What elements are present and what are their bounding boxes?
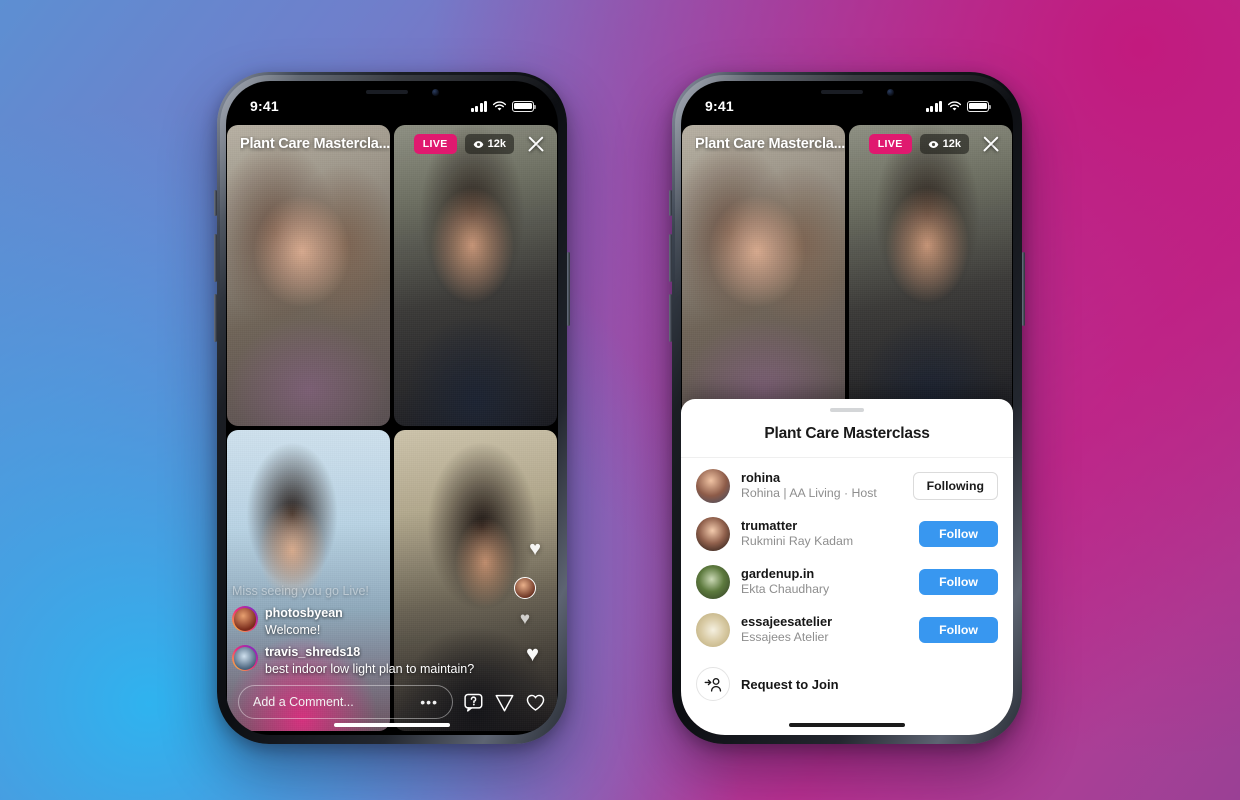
comment-text: Welcome! bbox=[265, 622, 321, 637]
live-header: Plant Care Mastercla... LIVE 12k bbox=[681, 127, 1013, 161]
avatar[interactable] bbox=[696, 517, 730, 551]
participant-subtitle: Ekta Chaudhary bbox=[741, 582, 830, 597]
earpiece-speaker bbox=[365, 90, 408, 94]
heart-icon: ♥ bbox=[525, 641, 539, 666]
participant-subtitle: Rukmini Ray Kadam bbox=[741, 534, 854, 549]
participant-username[interactable]: rohina bbox=[741, 470, 902, 487]
viewer-count-pill[interactable]: 12k bbox=[919, 134, 969, 154]
volume-up-button[interactable] bbox=[214, 234, 217, 282]
more-options-icon[interactable]: ••• bbox=[420, 694, 438, 710]
participant-row[interactable]: trumatter Rukmini Ray Kadam Follow bbox=[681, 510, 1013, 558]
heart-icon: ♥ bbox=[519, 609, 530, 628]
power-button[interactable] bbox=[1022, 252, 1025, 326]
live-header: Plant Care Mastercla... LIVE 12k bbox=[226, 127, 558, 161]
volume-down-button[interactable] bbox=[669, 294, 672, 342]
status-time: 9:41 bbox=[250, 98, 279, 114]
participants-sheet: Plant Care Masterclass rohina Rohina | A… bbox=[681, 399, 1013, 735]
comment-text: Miss seeing you go Live! bbox=[232, 584, 369, 598]
request-to-join-row[interactable]: Request to Join bbox=[681, 654, 1013, 714]
phone-left: 9:41 Plant Care Mastercla... LIVE 12k Mi… bbox=[214, 72, 570, 744]
power-button[interactable] bbox=[567, 252, 570, 326]
volume-up-button[interactable] bbox=[669, 234, 672, 282]
heart-icon: ♥ bbox=[529, 538, 541, 560]
live-badge: LIVE bbox=[413, 134, 457, 154]
floating-hearts: ♥ ♥ ♥ bbox=[504, 519, 544, 669]
phone-right: 9:41 Plant Care Mastercla... LIVE 12k Pl… bbox=[669, 72, 1025, 744]
participant-subtitle: Essajees Atelier bbox=[741, 630, 829, 645]
participant-username[interactable]: trumatter bbox=[741, 518, 908, 535]
follow-button[interactable]: Follow bbox=[919, 617, 998, 643]
request-to-join-label: Request to Join bbox=[741, 676, 839, 692]
add-person-icon bbox=[696, 667, 730, 701]
battery-icon bbox=[512, 100, 537, 112]
front-camera bbox=[887, 89, 894, 96]
video-tile-host[interactable] bbox=[682, 125, 845, 426]
mute-switch[interactable] bbox=[214, 190, 217, 216]
follow-button[interactable]: Follow bbox=[919, 569, 998, 595]
avatar[interactable] bbox=[696, 469, 730, 503]
comments-list: Miss seeing you go Live! photosbyean Wel… bbox=[232, 583, 475, 677]
participant-row[interactable]: essajeesatelier Essajees Atelier Follow bbox=[681, 606, 1013, 654]
eye-icon bbox=[473, 140, 483, 148]
participant-row[interactable]: rohina Rohina | AA Living · Host Followi… bbox=[681, 462, 1013, 510]
participants-list: rohina Rohina | AA Living · Host Followi… bbox=[681, 458, 1013, 718]
send-icon[interactable] bbox=[494, 692, 515, 713]
commenter-avatar[interactable] bbox=[232, 645, 258, 672]
signal-bars-icon bbox=[470, 100, 487, 112]
following-button[interactable]: Following bbox=[912, 472, 998, 500]
comment-input[interactable]: Add a Comment... ••• bbox=[238, 685, 453, 719]
participant-row[interactable]: gardenup.in Ekta Chaudhary Follow bbox=[681, 558, 1013, 606]
comment-username[interactable]: travis_shreds18 bbox=[265, 645, 428, 661]
notch bbox=[773, 81, 921, 108]
avatar[interactable] bbox=[696, 613, 730, 647]
phone-screen-left: 9:41 Plant Care Mastercla... LIVE 12k Mi… bbox=[226, 81, 558, 735]
viewer-count: 12k bbox=[942, 138, 961, 150]
comment-item: photosbyean Welcome! bbox=[232, 606, 428, 638]
video-tile-host[interactable] bbox=[227, 125, 390, 426]
comment-placeholder: Add a Comment... bbox=[253, 695, 354, 709]
wifi-icon bbox=[492, 100, 507, 111]
participant-subtitle: Rohina | AA Living · Host bbox=[741, 486, 877, 501]
wifi-icon bbox=[947, 100, 962, 111]
viewer-count: 12k bbox=[487, 138, 506, 150]
battery-icon bbox=[967, 100, 992, 112]
viewer-count-pill[interactable]: 12k bbox=[464, 134, 514, 154]
close-icon[interactable] bbox=[524, 132, 548, 156]
sheet-title: Plant Care Masterclass bbox=[681, 412, 1013, 458]
home-indicator bbox=[334, 722, 450, 727]
earpiece-speaker bbox=[820, 90, 863, 94]
comment-text: best indoor low light plan to maintain? bbox=[265, 661, 475, 676]
volume-down-button[interactable] bbox=[214, 294, 217, 342]
video-tile-guest-1[interactable] bbox=[849, 125, 1012, 426]
eye-icon bbox=[928, 140, 938, 148]
phone-screen-right: 9:41 Plant Care Mastercla... LIVE 12k Pl… bbox=[681, 81, 1013, 735]
status-indicators bbox=[925, 100, 992, 112]
follow-button[interactable]: Follow bbox=[919, 521, 998, 547]
status-indicators bbox=[470, 100, 537, 112]
signal-bars-icon bbox=[925, 100, 942, 112]
mute-switch[interactable] bbox=[669, 190, 672, 216]
avatar[interactable] bbox=[696, 565, 730, 599]
comment-item: Miss seeing you go Live! bbox=[232, 583, 428, 599]
comment-username[interactable]: photosbyean bbox=[265, 606, 343, 622]
live-badge: LIVE bbox=[868, 134, 912, 154]
participant-username[interactable]: essajeesatelier bbox=[741, 614, 908, 631]
reaction-avatar bbox=[514, 577, 536, 599]
live-title: Plant Care Mastercla... bbox=[240, 136, 391, 152]
close-icon[interactable] bbox=[979, 132, 1003, 156]
heart-icon[interactable] bbox=[525, 692, 546, 713]
live-title: Plant Care Mastercla... bbox=[695, 136, 846, 152]
participant-username[interactable]: gardenup.in bbox=[741, 566, 908, 583]
front-camera bbox=[432, 89, 439, 96]
question-bubble-icon[interactable] bbox=[463, 692, 484, 713]
home-indicator bbox=[789, 722, 905, 727]
video-tile-guest-1[interactable] bbox=[394, 125, 557, 426]
status-time: 9:41 bbox=[705, 98, 734, 114]
commenter-avatar[interactable] bbox=[232, 606, 258, 633]
notch bbox=[318, 81, 466, 108]
comment-item: travis_shreds18 best indoor low light pl… bbox=[232, 645, 475, 677]
